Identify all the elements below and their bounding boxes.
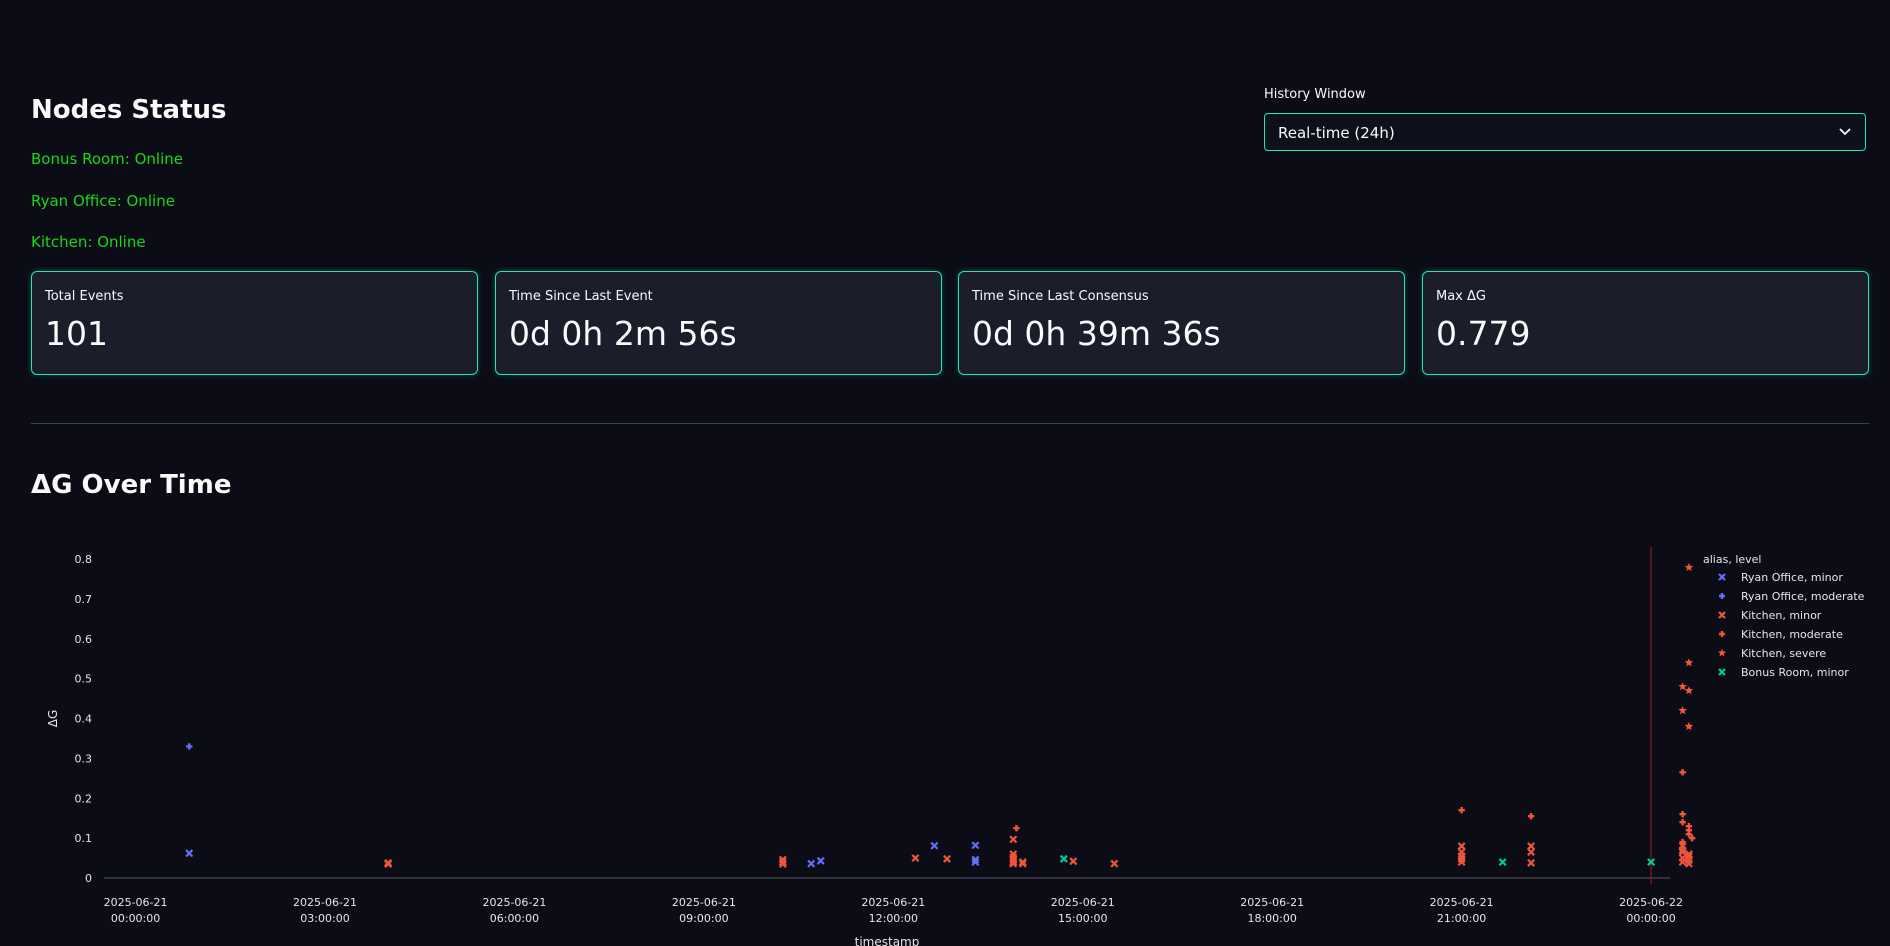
x-tick-label: 09:00:00 (679, 912, 728, 925)
x-tick-label: 21:00:00 (1437, 912, 1486, 925)
nodes-status-title: Nodes Status (31, 95, 227, 125)
data-point (971, 841, 980, 850)
data-point (1684, 658, 1694, 667)
legend-marker (1718, 668, 1726, 676)
y-tick-label: 0.7 (75, 593, 93, 606)
y-tick-label: 0.5 (75, 673, 93, 686)
legend-item-label: Kitchen, severe (1741, 647, 1826, 660)
x-tick-label: 2025-06-21 (104, 896, 168, 909)
x-tick-label: 2025-06-21 (1430, 896, 1494, 909)
x-tick-label: 2025-06-21 (293, 896, 357, 909)
data-point (1498, 858, 1507, 867)
y-tick-label: 0.4 (75, 713, 93, 726)
metric-label: Time Since Last Consensus (972, 289, 1149, 304)
legend-marker (1719, 593, 1725, 599)
data-point (1684, 722, 1694, 731)
data-point (1527, 848, 1536, 857)
data-point (1013, 824, 1020, 832)
legend-item-label: Kitchen, moderate (1741, 628, 1843, 641)
data-point (1679, 818, 1686, 826)
metric-time-since-last-event: Time Since Last Event 0d 0h 2m 56s (495, 271, 942, 375)
x-tick-label: 06:00:00 (490, 912, 539, 925)
legend-item-label: Ryan Office, minor (1741, 571, 1843, 584)
x-axis-title: timestamp (855, 935, 920, 946)
x-tick-label: 15:00:00 (1058, 912, 1107, 925)
history-window-value: Real-time (24h) (1278, 124, 1395, 142)
data-point (185, 849, 194, 858)
delta-g-scatter-chart[interactable]: 0 0.1 0.2 0.3 0.4 0.5 0.6 0.7 0.8 2025-06-21 00:00… (0, 540, 1890, 946)
x-tick-label: 00:00:00 (1626, 912, 1675, 925)
legend-title: alias, level (1703, 553, 1761, 566)
node-status-kitchen: Kitchen: Online (31, 233, 146, 251)
data-point (943, 854, 951, 863)
legend-marker (1718, 611, 1726, 619)
data-point (186, 743, 193, 750)
chevron-down-icon (1839, 128, 1851, 136)
data-point (1678, 682, 1687, 691)
data-point (1110, 859, 1119, 868)
data-point (1684, 562, 1694, 571)
node-status-bonus-room: Bonus Room: Online (31, 150, 183, 168)
legend-marker (1717, 648, 1727, 657)
y-tick-label: 0 (85, 872, 92, 885)
y-tick-label: 0.3 (75, 752, 93, 765)
x-tick-label: 12:00:00 (869, 912, 918, 925)
data-point (1458, 807, 1465, 814)
history-window-label: History Window (1264, 87, 1366, 102)
x-tick-label: 2025-06-21 (861, 896, 925, 909)
x-tick-label: 18:00:00 (1247, 912, 1296, 925)
metric-value: 101 (45, 314, 108, 353)
legend-marker (1718, 573, 1726, 581)
legend-item-label: Bonus Room, minor (1741, 666, 1849, 679)
metric-value: 0d 0h 2m 56s (509, 314, 737, 353)
y-tick-label: 0.1 (75, 832, 93, 845)
x-tick-label: 2025-06-21 (1240, 896, 1304, 909)
data-point (807, 859, 816, 868)
y-tick-label: 0.6 (75, 633, 93, 646)
metric-label: Time Since Last Event (509, 289, 653, 304)
data-point (1679, 811, 1686, 818)
data-point (1059, 854, 1068, 863)
data-point (1069, 857, 1078, 866)
data-point (1678, 706, 1687, 715)
x-tick-label: 2025-06-22 (1619, 896, 1683, 909)
legend-marker (1719, 631, 1725, 637)
section-divider (31, 423, 1869, 424)
metric-value: 0.779 (1436, 314, 1531, 353)
data-point (1527, 858, 1536, 867)
data-point (1009, 835, 1018, 844)
data-point (816, 856, 825, 865)
node-status-ryan-office: Ryan Office: Online (31, 192, 175, 210)
y-tick-label: 0.8 (75, 553, 93, 566)
y-axis-title: ΔG (46, 710, 60, 728)
metric-label: Total Events (45, 289, 124, 304)
metric-label: Max ΔG (1436, 289, 1486, 304)
x-tick-label: 2025-06-21 (482, 896, 546, 909)
metric-total-events: Total Events 101 (31, 271, 478, 375)
data-point (1678, 858, 1687, 867)
metric-max-delta-g: Max ΔG 0.779 (1422, 271, 1869, 375)
data-point (1679, 769, 1686, 776)
data-point (930, 841, 939, 850)
metric-value: 0d 0h 39m 36s (972, 314, 1221, 353)
x-tick-label: 00:00:00 (111, 912, 160, 925)
data-point (1684, 686, 1694, 695)
x-tick-label: 2025-06-21 (672, 896, 736, 909)
metric-time-since-last-consensus: Time Since Last Consensus 0d 0h 39m 36s (958, 271, 1405, 375)
history-window-select[interactable]: Real-time (24h) (1264, 113, 1866, 151)
legend-item-label: Kitchen, minor (1741, 609, 1822, 622)
data-point (1527, 812, 1535, 820)
chart-section-title: ΔG Over Time (31, 470, 232, 500)
legend-item-label: Ryan Office, moderate (1741, 590, 1865, 603)
y-tick-label: 0.2 (75, 792, 93, 805)
x-tick-label: 2025-06-21 (1051, 896, 1115, 909)
x-tick-label: 03:00:00 (300, 912, 349, 925)
data-point (911, 854, 920, 863)
